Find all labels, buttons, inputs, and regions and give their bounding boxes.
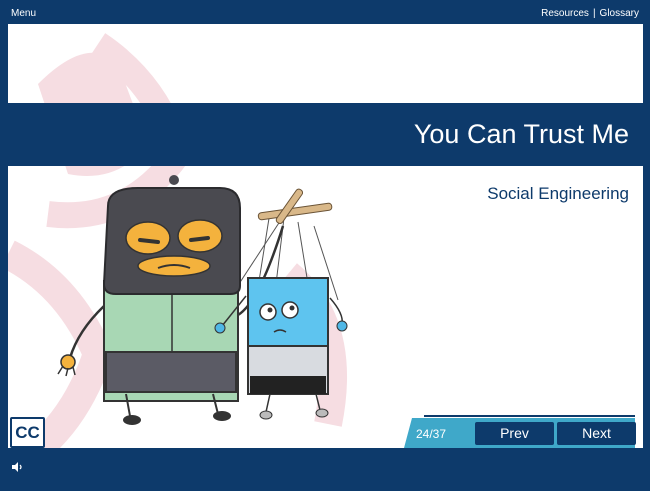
bottom-bar [0,448,650,491]
slide-counter: 24/37 [416,427,447,441]
top-bar: Menu Resources | Glossary [0,0,650,24]
slide-title: You Can Trust Me [413,119,629,149]
thief-hand [57,354,76,377]
closed-captions-button[interactable]: CC [10,417,45,448]
next-button[interactable]: Next [557,422,636,445]
puppeteer-illustration [57,175,348,425]
top-links: Resources | Glossary [541,8,639,19]
resources-link[interactable]: Resources [541,8,589,19]
menu-button[interactable]: Menu [11,8,36,19]
prev-button[interactable]: Prev [475,422,554,445]
slide-subtitle: Social Engineering [487,184,629,203]
nav-stripe [424,415,635,417]
link-separator: | [592,8,596,19]
puppet-control-bar [257,188,333,224]
speaker-icon[interactable] [12,462,24,472]
thief-character [102,175,241,425]
slide-canvas: You Can Trust Me Social Engineering CC [8,24,643,448]
glossary-link[interactable]: Glossary [600,8,639,19]
